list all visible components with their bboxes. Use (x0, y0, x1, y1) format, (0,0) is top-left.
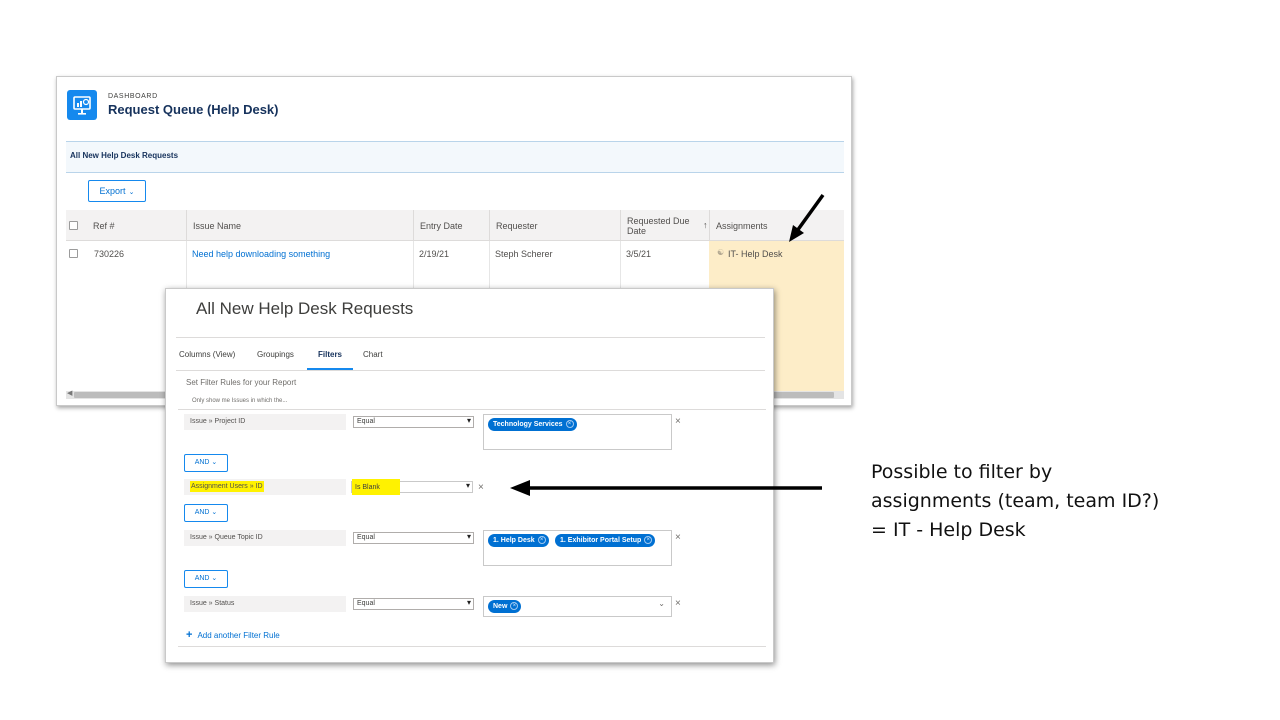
annotation-callout: Possible to filter by assignments (team,… (871, 461, 1160, 541)
arrow-to-filter-rule (510, 480, 822, 496)
annotation-arrows (510, 193, 825, 496)
arrow-to-assignments (789, 193, 825, 242)
